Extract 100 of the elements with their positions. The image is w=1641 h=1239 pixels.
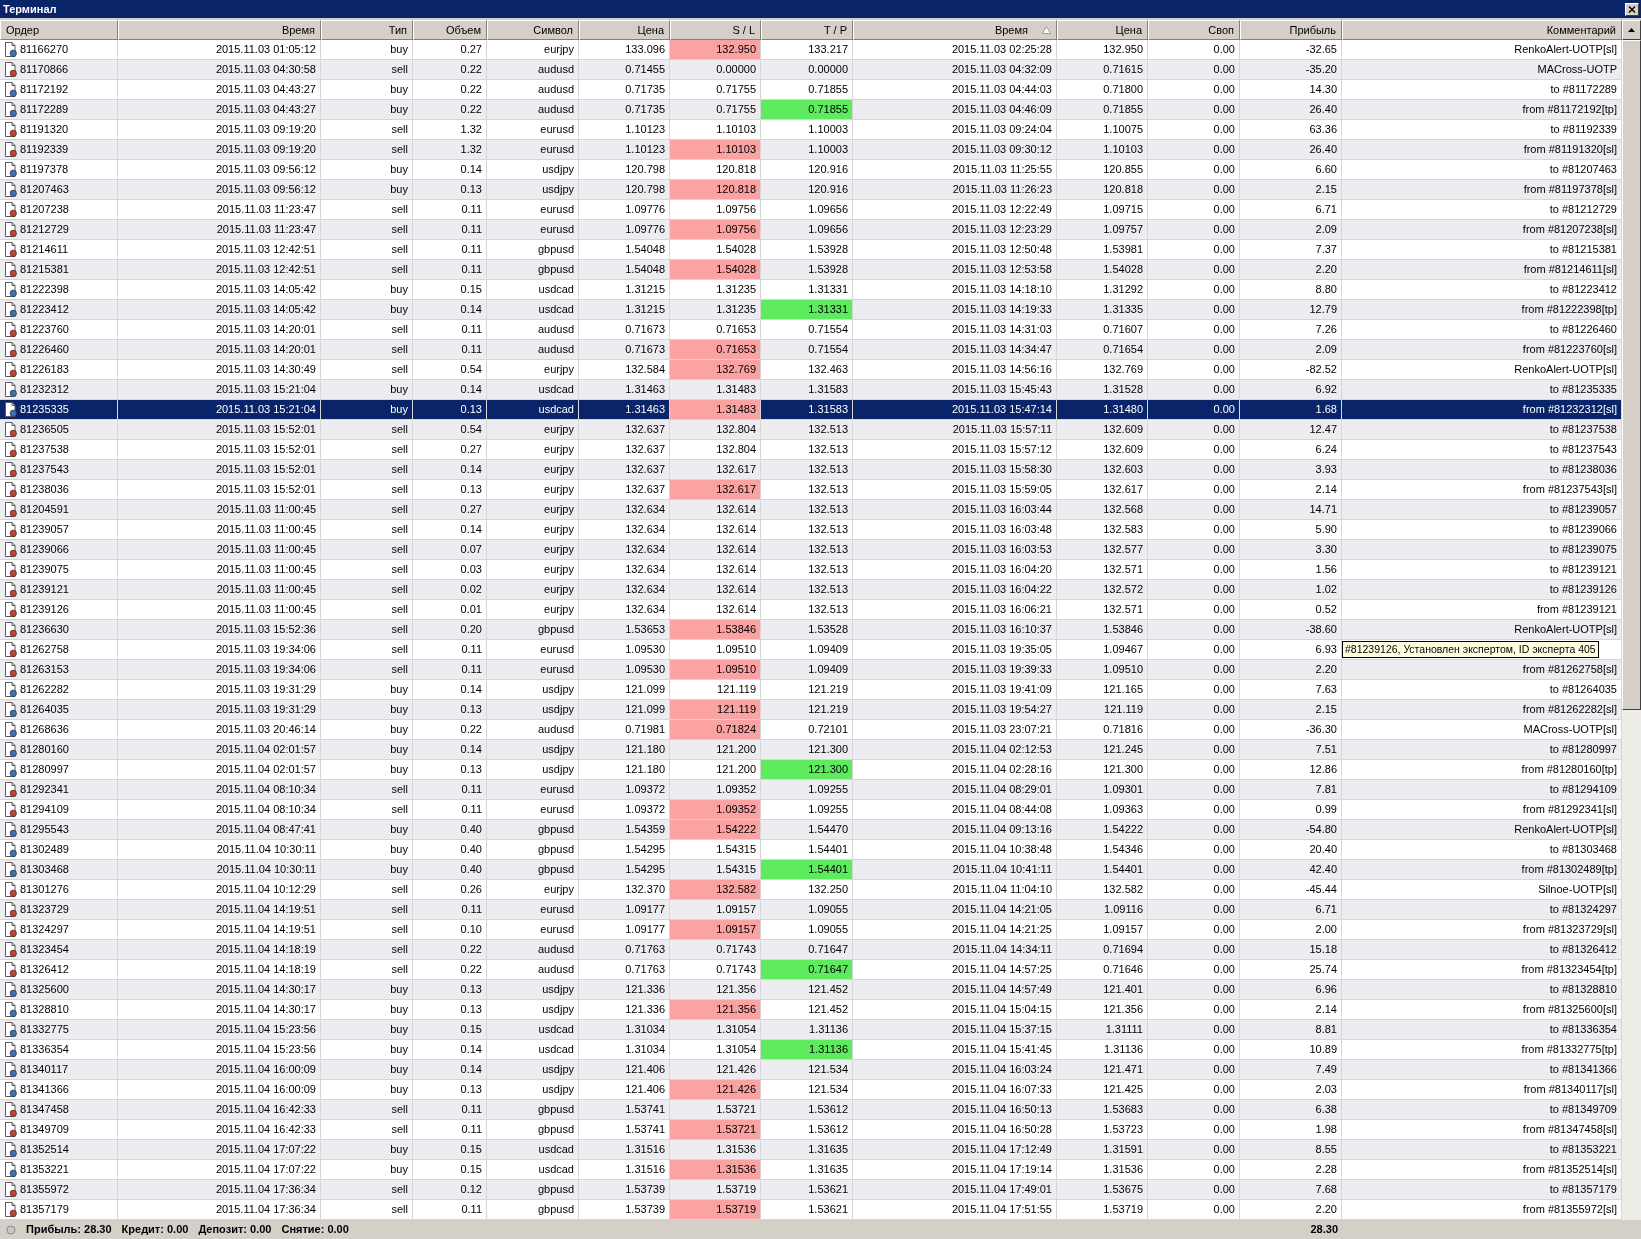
table-cell-text: buy	[389, 162, 409, 178]
table-cell-text: 0.00	[1212, 362, 1236, 378]
table-row[interactable]: 81235335 2015.11.03 15:21:04 buy 0.13 usdcad 1.31463 1.31483 1.31583 2015.11.03 15:47:14 1.31480 0.00 1.68 from #81232312[sl]	[0, 400, 1622, 420]
table-row[interactable]: 81280997 2015.11.04 02:01:57 buy 0.13 usdjpy 121.180 121.200 121.300 2015.11.04 02:28:16 121.300 0.00 12.86 from #81280160[tp]	[0, 760, 1622, 780]
table-row[interactable]: 81326412 2015.11.04 14:18:19 sell 0.22 audusd 0.71763 0.71743 0.71647 2015.11.04 14:57:25 0.71646 0.00 25.74 from #81323454[tp]	[0, 960, 1622, 980]
table-cell-text: buy	[389, 1062, 409, 1078]
table-row[interactable]: 81302489 2015.11.04 10:30:11 buy 0.40 gbpusd 1.54295 1.54315 1.54401 2015.11.04 10:38:48 1.54346 0.00 20.40 to #81303468	[0, 840, 1622, 860]
table-row[interactable]: 81172192 2015.11.03 04:43:27 buy 0.22 audusd 0.71735 0.71755 0.71855 2015.11.03 04:44:03 0.71800 0.00 14.30 to #81172289	[0, 80, 1622, 100]
table-row[interactable]: 81226183 2015.11.03 14:30:49 sell 0.54 eurjpy 132.584 132.769 132.463 2015.11.03 14:56:16 132.769 0.00 -82.52 RenkoAlert-UOTP[sl]	[0, 360, 1622, 380]
table-row[interactable]: 81264035 2015.11.03 19:31:29 buy 0.13 usdjpy 121.099 121.119 121.219 2015.11.03 19:54:27 121.119 0.00 2.15 from #81262282[sl]	[0, 700, 1622, 720]
column-header[interactable]: S / L	[670, 20, 761, 40]
table-row[interactable]: 81280160 2015.11.04 02:01:57 buy 0.14 usdjpy 121.180 121.200 121.300 2015.11.04 02:12:53 121.245 0.00 7.51 to #81280997	[0, 740, 1622, 760]
table-cell-text: 0.11	[460, 222, 483, 238]
table-row[interactable]: 81222398 2015.11.03 14:05:42 buy 0.15 usdcad 1.31215 1.31235 1.31331 2015.11.03 14:18:10 1.31292 0.00 8.80 to #81223412	[0, 280, 1622, 300]
table-row[interactable]: 81292341 2015.11.04 08:10:34 sell 0.11 eurusd 1.09372 1.09352 1.09255 2015.11.04 08:29:01 1.09301 0.00 7.81 to #81294109	[0, 780, 1622, 800]
table-cell-text: 0.00	[1212, 622, 1236, 638]
table-row[interactable]: 81324297 2015.11.04 14:19:51 sell 0.10 eurusd 1.09177 1.09157 1.09055 2015.11.04 14:21:25 1.09157 0.00 2.00 from #81323729[sl]	[0, 920, 1622, 940]
table-row[interactable]: 81336354 2015.11.04 15:23:56 buy 0.14 usdcad 1.31034 1.31054 1.31136 2015.11.04 15:41:45 1.31136 0.00 10.89 from #81332775[tp]	[0, 1040, 1622, 1060]
column-header[interactable]: Тип	[321, 20, 413, 40]
table-cell-text: from #81340117[sl]	[1522, 1082, 1618, 1098]
table-row[interactable]: 81353221 2015.11.04 17:07:22 buy 0.15 usdcad 1.31516 1.31536 1.31635 2015.11.04 17:19:14 1.31536 0.00 2.28 from #81352514[sl]	[0, 1160, 1622, 1180]
column-header[interactable]: Цена	[579, 20, 670, 40]
table-cell-text: 0.13	[459, 182, 483, 198]
table-cell-text: 132.614	[715, 602, 757, 618]
table-row[interactable]: 81294109 2015.11.04 08:10:34 sell 0.11 eurusd 1.09372 1.09352 1.09255 2015.11.04 08:44:08 1.09363 0.00 0.99 from #81292341[sl]	[0, 800, 1622, 820]
table-row[interactable]: 81214611 2015.11.03 12:42:51 sell 0.11 gbpusd 1.54048 1.54028 1.53928 2015.11.03 12:50:48 1.53981 0.00 7.37 to #81215381	[0, 240, 1622, 260]
table-row[interactable]: 81323454 2015.11.04 14:18:19 sell 0.22 audusd 0.71763 0.71743 0.71647 2015.11.04 14:34:11 0.71694 0.00 15.18 to #81326412	[0, 940, 1622, 960]
table-row[interactable]: 81328810 2015.11.04 14:30:17 buy 0.13 usdjpy 121.336 121.356 121.452 2015.11.04 15:04:15 121.356 0.00 2.14 from #81325600[sl]	[0, 1000, 1622, 1020]
table-cell-text: 1.09363	[1102, 802, 1144, 818]
table-row[interactable]: 81232312 2015.11.03 15:21:04 buy 0.14 usdcad 1.31463 1.31483 1.31583 2015.11.03 15:45:43 1.31528 0.00 6.92 to #81235335	[0, 380, 1622, 400]
column-header[interactable]: Объем	[413, 20, 487, 40]
column-header[interactable]: Время	[853, 20, 1057, 40]
table-row[interactable]: 81239057 2015.11.03 11:00:45 sell 0.14 eurjpy 132.634 132.614 132.513 2015.11.03 16:03:48 132.583 0.00 5.90 to #81239066	[0, 520, 1622, 540]
table-row[interactable]: 81239075 2015.11.03 11:00:45 sell 0.03 eurjpy 132.634 132.614 132.513 2015.11.03 16:04:20 132.571 0.00 1.56 to #81239121	[0, 560, 1622, 580]
scroll-up-button[interactable]	[1622, 20, 1641, 40]
table-cell-text: 2015.11.04 16:07:33	[950, 1082, 1053, 1098]
table-row[interactable]: 81325600 2015.11.04 14:30:17 buy 0.13 usdjpy 121.336 121.356 121.452 2015.11.04 14:57:49 121.401 0.00 6.96 to #81328810	[0, 980, 1622, 1000]
table-cell-text: 1.31235	[715, 282, 757, 298]
table-row[interactable]: 81268636 2015.11.03 20:46:14 buy 0.22 audusd 0.71981 0.71824 0.72101 2015.11.03 23:07:21 0.71816 0.00 -36.30 MACross-UOTP[sl]	[0, 720, 1622, 740]
table-row[interactable]: 81347458 2015.11.04 16:42:33 sell 0.11 gbpusd 1.53741 1.53721 1.53612 2015.11.04 16:50:13 1.53683 0.00 6.38 to #81349709	[0, 1100, 1622, 1120]
table-row[interactable]: 81238036 2015.11.03 15:52:01 sell 0.13 eurjpy 132.637 132.617 132.513 2015.11.03 15:59:05 132.617 0.00 2.14 from #81237543[sl]	[0, 480, 1622, 500]
table-row[interactable]: 81226460 2015.11.03 14:20:01 sell 0.11 audusd 0.71673 0.71653 0.71554 2015.11.03 14:34:47 0.71654 0.00 2.09 from #81223760[sl]	[0, 340, 1622, 360]
table-row[interactable]: 81303468 2015.11.04 10:30:11 buy 0.40 gbpusd 1.54295 1.54315 1.54401 2015.11.04 10:41:11 1.54401 0.00 42.40 from #81302489[tp]	[0, 860, 1622, 880]
table-row[interactable]: 81172289 2015.11.03 04:43:27 buy 0.22 audusd 0.71735 0.71755 0.71855 2015.11.03 04:46:09 0.71855 0.00 26.40 from #81172192[tp]	[0, 100, 1622, 120]
table-row[interactable]: 81355972 2015.11.04 17:36:34 sell 0.12 gbpusd 1.53739 1.53719 1.53621 2015.11.04 17:49:01 1.53675 0.00 7.68 to #81357179	[0, 1180, 1622, 1200]
column-header[interactable]: Комментарий	[1342, 20, 1622, 40]
table-row[interactable]: 81239126 2015.11.03 11:00:45 sell 0.01 eurjpy 132.634 132.614 132.513 2015.11.03 16:06:21 132.571 0.00 0.52 from #81239121	[0, 600, 1622, 620]
table-cell-text: sell	[390, 802, 409, 818]
table-row[interactable]: 81301276 2015.11.04 10:12:29 sell 0.26 eurjpy 132.370 132.582 132.250 2015.11.04 11:04:10 132.582 0.00 -45.44 Silnoe-UOTP[sl]	[0, 880, 1622, 900]
table-cell-text: 0.00	[1212, 582, 1236, 598]
table-row[interactable]: 81237543 2015.11.03 15:52:01 sell 0.14 eurjpy 132.637 132.617 132.513 2015.11.03 15:58:30 132.603 0.00 3.93 to #81238036	[0, 460, 1622, 480]
table-row[interactable]: 81223760 2015.11.03 14:20:01 sell 0.11 audusd 0.71673 0.71653 0.71554 2015.11.03 14:31:03 0.71607 0.00 7.26 to #81226460	[0, 320, 1622, 340]
table-row[interactable]: 81170866 2015.11.03 04:30:58 sell 0.22 audusd 0.71455 0.00000 0.00000 2015.11.03 04:32:09 0.71615 0.00 -35.20 MACross-UOTP	[0, 60, 1622, 80]
table-row[interactable]: 81207463 2015.11.03 09:56:12 buy 0.13 usdjpy 120.798 120.818 120.916 2015.11.03 11:26:23 120.818 0.00 2.15 from #81197378[sl]	[0, 180, 1622, 200]
scrollbar-thumb[interactable]	[1622, 40, 1641, 710]
table-cell-text: 1.09055	[807, 922, 849, 938]
table-row[interactable]: 81332775 2015.11.04 15:23:56 buy 0.15 usdcad 1.31034 1.31054 1.31136 2015.11.04 15:37:15 1.31111 0.00 8.81 to #81336354	[0, 1020, 1622, 1040]
table-row[interactable]: 81295543 2015.11.04 08:47:41 buy 0.40 gbpusd 1.54359 1.54222 1.54470 2015.11.04 09:13:16 1.54222 0.00 -54.80 RenkoAlert-UOTP[sl]	[0, 820, 1622, 840]
column-header[interactable]: Символ	[487, 20, 579, 40]
column-header[interactable]: Ордер	[0, 20, 118, 40]
table-cell-text: 1.10003	[807, 142, 849, 158]
table-cell-text: buy	[389, 382, 409, 398]
table-cell-text: 1.54401	[807, 842, 849, 858]
column-header[interactable]: Прибыль	[1240, 20, 1342, 40]
order-number: 81239075	[20, 562, 69, 578]
table-cell-text: eurjpy	[543, 562, 575, 578]
table-cell-text: 0.13	[459, 402, 483, 418]
table-cell-text: 6.92	[1314, 382, 1338, 398]
table-row[interactable]: 81212729 2015.11.03 11:23:47 sell 0.11 eurusd 1.09776 1.09756 1.09656 2015.11.03 12:23:29 1.09757 0.00 2.09 from #81207238[sl]	[0, 220, 1622, 240]
table-row[interactable]: 81239121 2015.11.03 11:00:45 sell 0.02 eurjpy 132.634 132.614 132.513 2015.11.03 16:04:22 132.572 0.00 1.02 to #81239126	[0, 580, 1622, 600]
table-cell-text: 132.582	[1102, 882, 1144, 898]
table-row[interactable]: 81349709 2015.11.04 16:42:33 sell 0.11 gbpusd 1.53741 1.53721 1.53612 2015.11.04 16:50:28 1.53723 0.00 1.98 from #81347458[sl]	[0, 1120, 1622, 1140]
table-row[interactable]: 81192339 2015.11.03 09:19:20 sell 1.32 eurusd 1.10123 1.10103 1.10003 2015.11.03 09:30:12 1.10103 0.00 26.40 from #81191320[sl]	[0, 140, 1622, 160]
table-cell-text: from #81214611[sl]	[1522, 262, 1618, 278]
table-row[interactable]: 81352514 2015.11.04 17:07:22 buy 0.15 usdcad 1.31516 1.31536 1.31635 2015.11.04 17:12:49 1.31591 0.00 8.55 to #81353221	[0, 1140, 1622, 1160]
table-row[interactable]: 81237538 2015.11.03 15:52:01 sell 0.27 eurjpy 132.637 132.804 132.513 2015.11.03 15:57:12 132.609 0.00 6.24 to #81237543	[0, 440, 1622, 460]
table-row[interactable]: 81341366 2015.11.04 16:00:09 buy 0.13 usdjpy 121.406 121.426 121.534 2015.11.04 16:07:33 121.425 0.00 2.03 from #81340117[sl]	[0, 1080, 1622, 1100]
table-cell-text: 121.200	[715, 762, 757, 778]
table-row[interactable]: 81204591 2015.11.03 11:00:45 sell 0.27 eurjpy 132.634 132.614 132.513 2015.11.03 16:03:44 132.568 0.00 14.71 to #81239057	[0, 500, 1622, 520]
close-button[interactable]	[1625, 2, 1639, 16]
table-row[interactable]: 81215381 2015.11.03 12:42:51 sell 0.11 gbpusd 1.54048 1.54028 1.53928 2015.11.03 12:53:58 1.54028 0.00 2.20 from #81214611[sl]	[0, 260, 1622, 280]
table-row[interactable]: 81323729 2015.11.04 14:19:51 sell 0.11 eurusd 1.09177 1.09157 1.09055 2015.11.04 14:21:05 1.09116 0.00 6.71 to #81324297	[0, 900, 1622, 920]
table-row[interactable]: 81223412 2015.11.03 14:05:42 buy 0.14 usdcad 1.31215 1.31235 1.31331 2015.11.03 14:19:33 1.31335 0.00 12.79 from #81222398[tp]	[0, 300, 1622, 320]
table-row[interactable]: 81262282 2015.11.03 19:31:29 buy 0.14 usdjpy 121.099 121.119 121.219 2015.11.03 19:41:09 121.165 0.00 7.63 to #81264035	[0, 680, 1622, 700]
table-row[interactable]: 81340117 2015.11.04 16:00:09 buy 0.14 usdjpy 121.406 121.426 121.534 2015.11.04 16:03:24 121.471 0.00 7.49 to #81341366	[0, 1060, 1622, 1080]
table-row[interactable]: 81236505 2015.11.03 15:52:01 sell 0.54 eurjpy 132.637 132.804 132.513 2015.11.03 15:57:11 132.609 0.00 12.47 to #81237538	[0, 420, 1622, 440]
column-header[interactable]: Своп	[1148, 20, 1240, 40]
column-header[interactable]: Время	[118, 20, 321, 40]
table-row[interactable]: 81263153 2015.11.03 19:34:06 sell 0.11 eurusd 1.09530 1.09510 1.09409 2015.11.03 19:39:33 1.09510 0.00 2.20 from #81262758[sl]	[0, 660, 1622, 680]
table-row[interactable]: 81262758 2015.11.03 19:34:06 sell 0.11 eurusd 1.09530 1.09510 1.09409 2015.11.03 19:35:05 1.09467 0.00 6.93 #81239126, Установлен экспертом, ID эксперта 405	[0, 640, 1622, 660]
table-row[interactable]: 81236630 2015.11.03 15:52:36 sell 0.20 gbpusd 1.53653 1.53846 1.53528 2015.11.03 16:10:37 1.53846 0.00 -38.60 RenkoAlert-UOTP[sl]	[0, 620, 1622, 640]
table-row[interactable]: 81239066 2015.11.03 11:00:45 sell 0.07 eurjpy 132.634 132.614 132.513 2015.11.03 16:03:53 132.577 0.00 3.30 to #81239075	[0, 540, 1622, 560]
column-header[interactable]: Цена	[1057, 20, 1148, 40]
column-header[interactable]: T / P	[761, 20, 853, 40]
table-row[interactable]: 81207238 2015.11.03 11:23:47 sell 0.11 eurusd 1.09776 1.09756 1.09656 2015.11.03 12:22:49 1.09715 0.00 6.71 to #81212729	[0, 200, 1622, 220]
table-row[interactable]: 81197378 2015.11.03 09:56:12 buy 0.14 usdjpy 120.798 120.818 120.916 2015.11.03 11:25:55 120.855 0.00 6.60 to #81207463	[0, 160, 1622, 180]
table-row[interactable]: 81191320 2015.11.03 09:19:20 sell 1.32 eurusd 1.10123 1.10103 1.10003 2015.11.03 09:24:04 1.10075 0.00 63.36 to #81192339	[0, 120, 1622, 140]
table-cell-text: 0.71694	[1102, 942, 1144, 958]
table-row[interactable]: 81166270 2015.11.03 01:05:12 buy 0.27 eurjpy 133.096 132.950 133.217 2015.11.03 02:25:28 132.950 0.00 -32.65 RenkoAlert-UOTP[sl]	[0, 40, 1622, 60]
table-row[interactable]: 81357179 2015.11.04 17:36:34 sell 0.11 gbpusd 1.53739 1.53719 1.53621 2015.11.04 17:51:55 1.53719 0.00 2.20 from #81355972[sl]	[0, 1200, 1622, 1220]
